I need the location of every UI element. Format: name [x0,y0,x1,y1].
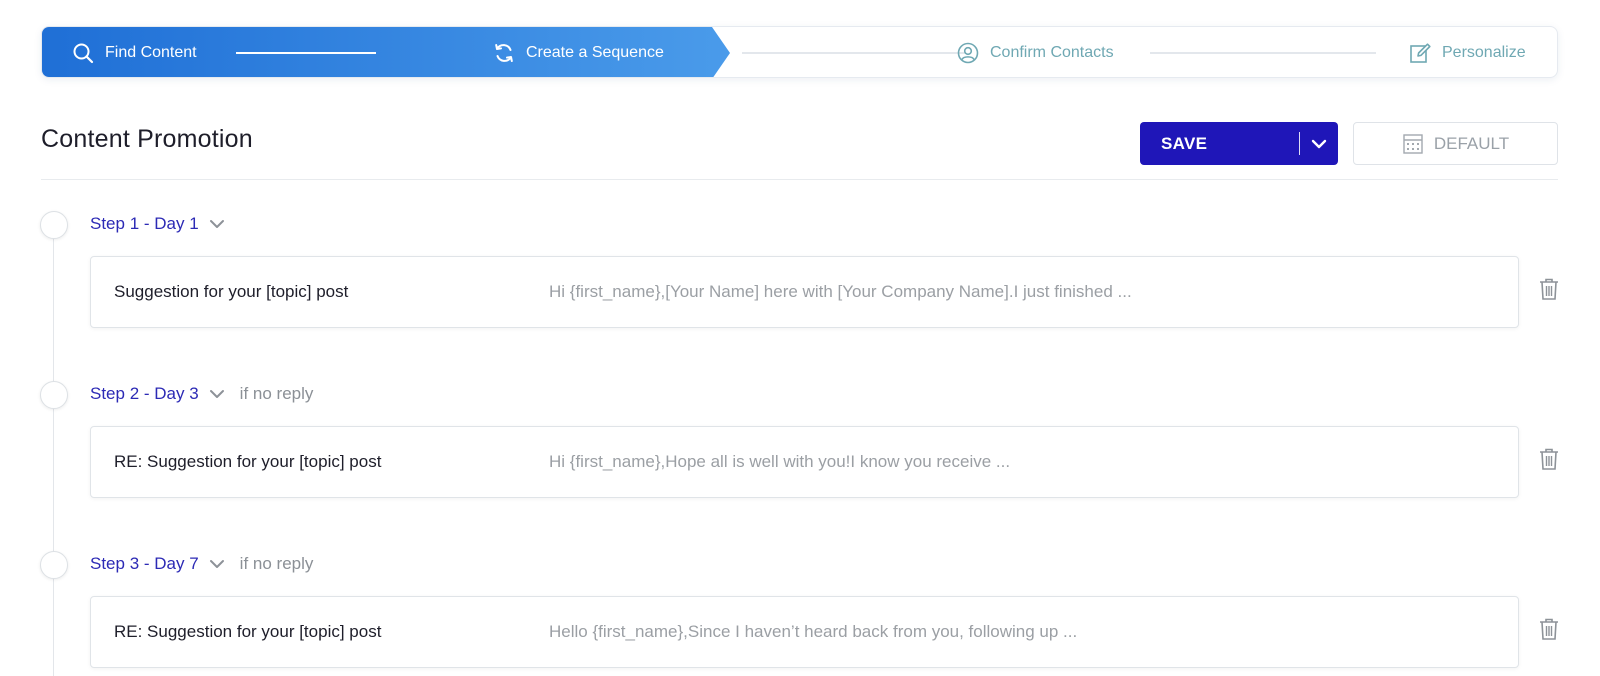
step-label[interactable]: Step 2 - Day 3 [90,384,199,404]
email-preview: Hi {first_name},[Your Name] here with [Y… [549,282,1132,301]
progress-stepper: Find Content Create a Sequence Confirm C… [41,26,1558,78]
chevron-down-icon[interactable] [1307,132,1331,156]
email-subject: RE: Suggestion for your [topic] post [114,452,382,471]
email-subject: RE: Suggestion for your [topic] post [114,622,382,641]
trash-icon[interactable] [1538,277,1560,301]
stepper-connector [236,52,376,54]
step-label[interactable]: Step 3 - Day 7 [90,554,199,574]
chevron-down-icon[interactable] [208,385,226,403]
timeline-node [40,211,68,239]
stepper-step-find-content[interactable]: Find Content [72,27,197,77]
save-button[interactable]: SAVE [1140,122,1338,165]
save-button-label: SAVE [1161,133,1208,153]
sequence-step-header: Step 1 - Day 1 [90,214,240,234]
stepper-step-create-sequence[interactable]: Create a Sequence [493,27,664,77]
search-icon [72,42,94,64]
stepper-step-confirm-contacts[interactable]: Confirm Contacts [957,27,1114,77]
step-label[interactable]: Step 1 - Day 1 [90,214,199,234]
stepper-step-label: Find Content [105,44,197,61]
default-button[interactable]: DEFAULT [1353,122,1558,165]
sequence-step-header: Step 3 - Day 7 if no reply [90,554,313,574]
calendar-icon [1402,133,1424,155]
email-subject: Suggestion for your [topic] post [114,282,349,301]
page-title: Content Promotion [41,125,253,153]
sequence-step-header: Step 2 - Day 3 if no reply [90,384,313,404]
default-button-label: DEFAULT [1433,133,1510,153]
timeline-line [53,236,54,676]
email-preview: Hello {first_name},Since I haven’t heard… [549,622,1078,641]
trash-icon[interactable] [1538,447,1560,471]
edit-icon [1409,42,1431,64]
stepper-step-label: Personalize [1442,44,1526,61]
stepper-step-personalize[interactable]: Personalize [1409,27,1526,77]
trash-icon[interactable] [1538,617,1560,641]
email-preview: Hi {first_name},Hope all is well with yo… [549,452,1011,471]
email-card[interactable]: RE: Suggestion for your [topic] post Hi … [90,426,1519,498]
chevron-down-icon[interactable] [208,215,226,233]
header-divider [41,179,1558,180]
stepper-step-label: Create a Sequence [526,44,664,61]
stepper-connector [742,52,966,54]
step-condition: if no reply [239,384,314,403]
step-condition: if no reply [239,554,314,573]
timeline-node [40,381,68,409]
user-circle-icon [957,42,979,64]
email-card[interactable]: Suggestion for your [topic] post Hi {fir… [90,256,1519,328]
chevron-down-icon[interactable] [208,555,226,573]
refresh-icon [493,42,515,64]
stepper-step-label: Confirm Contacts [990,44,1114,61]
stepper-connector [1150,52,1376,54]
timeline-node [40,551,68,579]
email-card[interactable]: RE: Suggestion for your [topic] post Hel… [90,596,1519,668]
save-button-divider [1299,132,1300,155]
